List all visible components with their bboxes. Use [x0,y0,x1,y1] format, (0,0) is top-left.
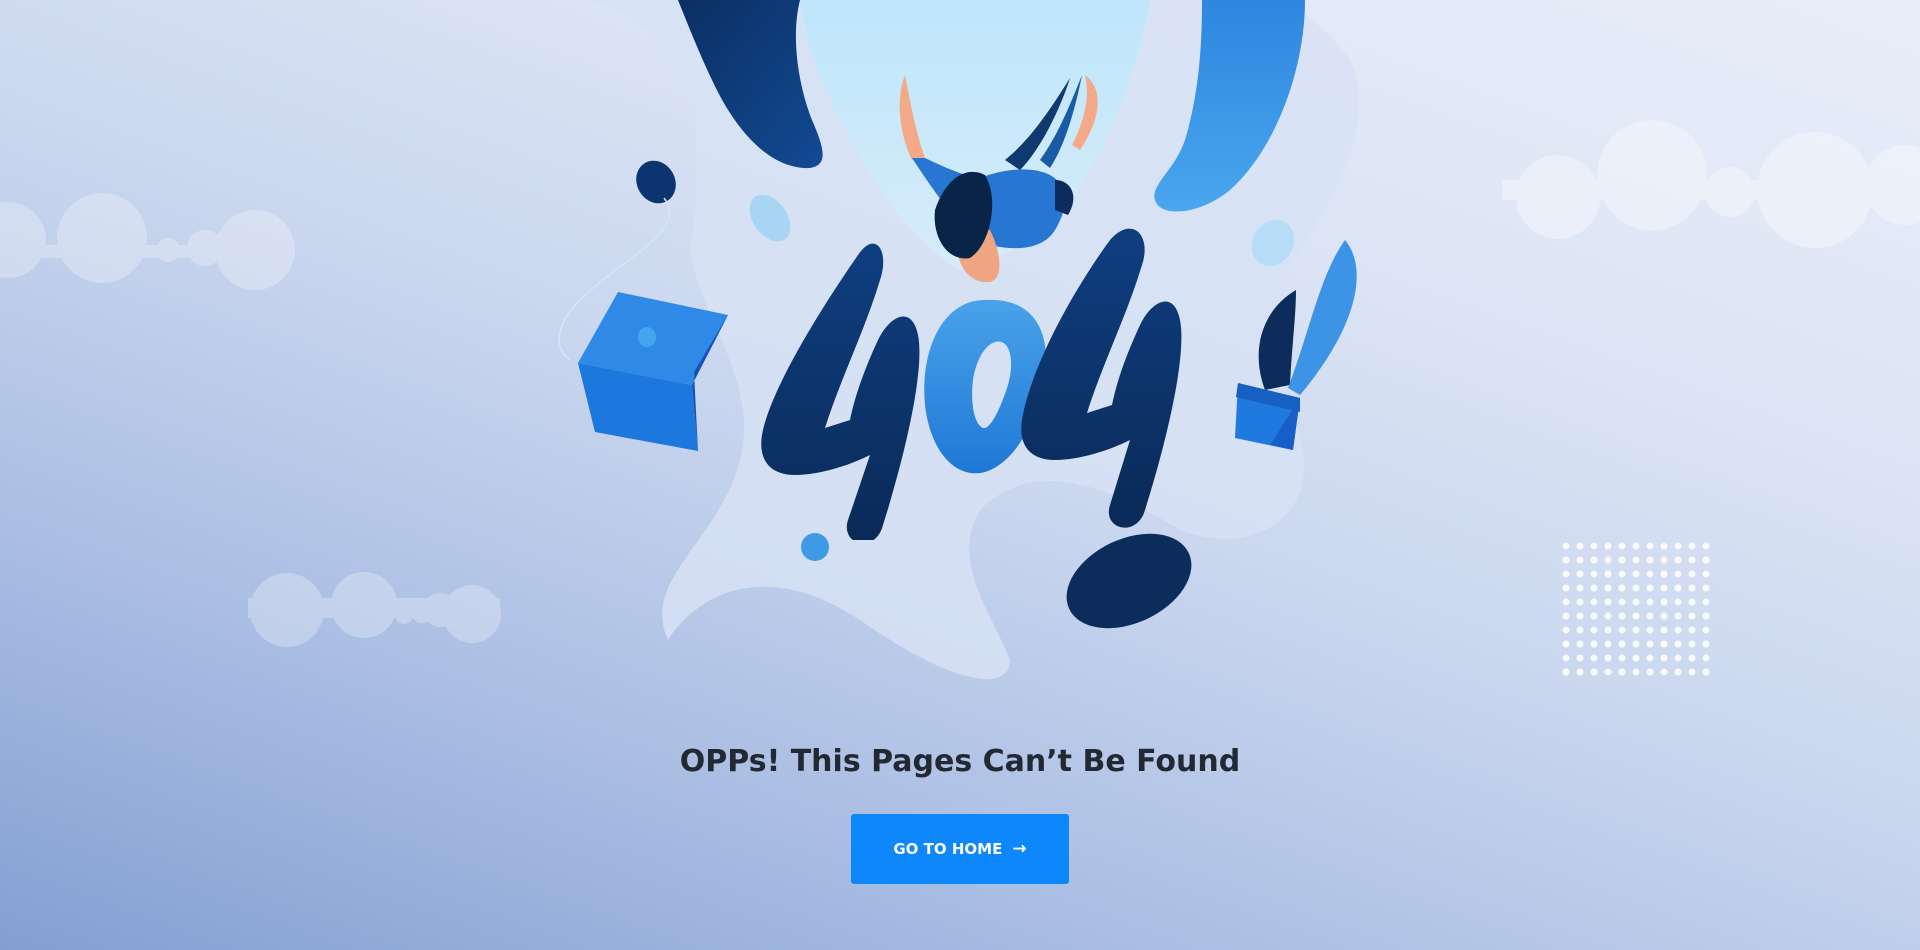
error-page: OPPs! This Pages Can’t Be Found GO TO HO… [0,0,1920,950]
cloud-left [0,193,295,290]
cloud-right [1502,120,1920,248]
digit-four-right [1021,228,1182,528]
go-to-home-label: GO TO HOME [893,840,1003,858]
arrow-right-icon: → [1012,838,1027,859]
dots-pattern [1562,542,1712,686]
error-heading: OPPs! This Pages Can’t Be Found [679,744,1241,779]
error-404-graphic [740,220,1240,544]
box-left [578,292,728,451]
go-to-home-button[interactable]: GO TO HOME → [851,814,1069,884]
digit-four-left [761,243,920,544]
cloud-middle [248,572,501,647]
